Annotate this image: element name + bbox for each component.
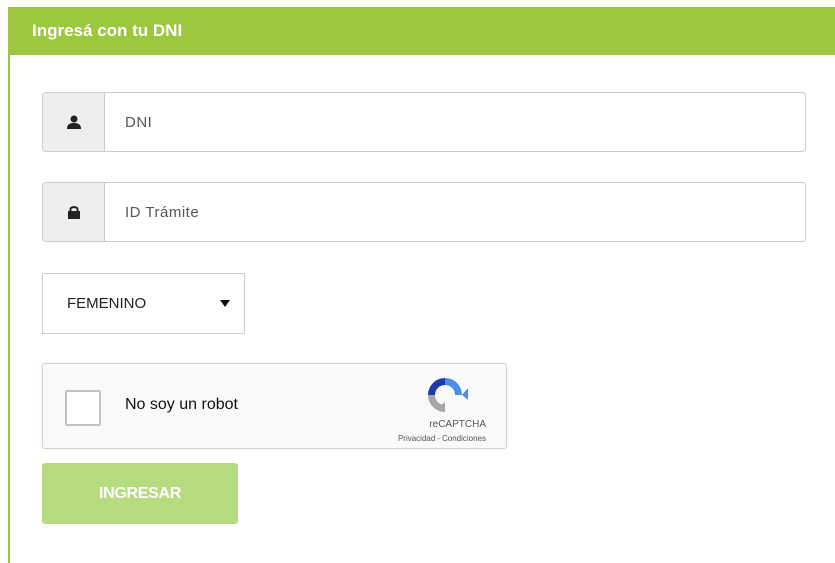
lock-icon: [67, 206, 80, 219]
dni-input[interactable]: [105, 93, 805, 151]
sex-select[interactable]: FEMENINO: [42, 273, 245, 334]
tramite-input[interactable]: [105, 183, 805, 241]
recaptcha-label: No soy un robot: [125, 396, 238, 413]
panel-header: Ingresá con tu DNI: [10, 7, 835, 55]
recaptcha-privacy-link[interactable]: Privacidad: [398, 434, 435, 443]
tramite-input-group: [42, 182, 806, 242]
ingresar-button[interactable]: INGRESAR: [42, 463, 238, 524]
recaptcha-widget: No soy un robot reCAPTCHA Privacidad - C…: [42, 363, 507, 449]
dni-addon: [43, 93, 105, 151]
tramite-addon: [43, 183, 105, 241]
recaptcha-checkbox[interactable]: [65, 390, 101, 426]
recaptcha-terms-link[interactable]: Condiciones: [442, 434, 486, 443]
recaptcha-links: Privacidad - Condiciones: [398, 434, 486, 443]
login-panel: Ingresá con tu DNI FEMENINO No soy un ro…: [8, 7, 835, 563]
sex-select-value: FEMENINO: [67, 295, 147, 312]
recaptcha-logo-icon: [428, 378, 468, 412]
recaptcha-brand: reCAPTCHA: [429, 419, 486, 430]
dni-input-group: [42, 92, 806, 152]
user-icon: [66, 115, 81, 129]
recaptcha-link-separator: -: [437, 434, 440, 443]
caret-down-icon: [220, 300, 230, 307]
